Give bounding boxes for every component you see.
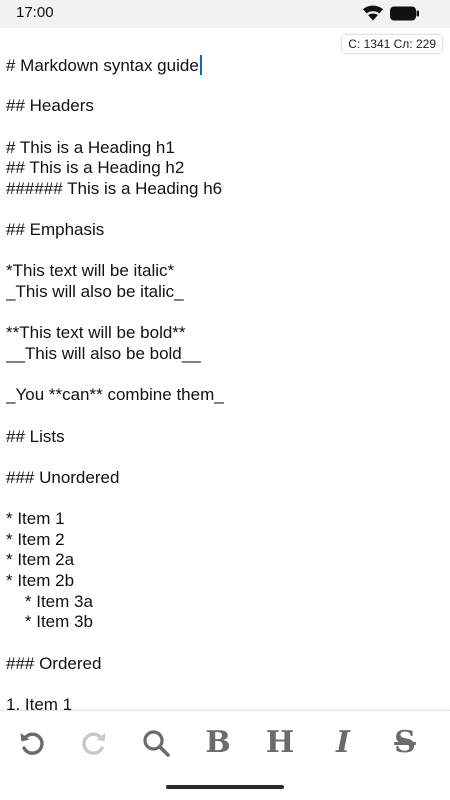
redo-icon [82, 732, 106, 755]
editor-line: ## Emphasis [6, 220, 105, 240]
navigation-bar [0, 778, 450, 800]
heading-button[interactable]: H [262, 725, 298, 761]
strikethrough-icon: S [394, 725, 416, 760]
editor-line: *This text will be italic* [6, 261, 175, 281]
home-indicator[interactable] [166, 785, 284, 789]
editor-line: * Item 1 [6, 509, 65, 529]
wifi-icon [362, 5, 384, 21]
editor-line: ###### This is a Heading h6 [6, 178, 223, 198]
editor-line: ### Unordered [6, 467, 120, 487]
italic-icon: I [335, 725, 351, 760]
editor-line: # Markdown syntax guide [6, 55, 446, 76]
screen: 17:00 С: 1341 Сл: 229 # Markdown syntax … [0, 0, 450, 800]
heading-icon: H [265, 725, 295, 760]
editor-line: 1. Item 1 [6, 694, 73, 710]
editor-line: * Item 3a [6, 591, 93, 611]
markdown-editor[interactable]: # Markdown syntax guide ## Headers # This … [6, 55, 446, 710]
character-word-counter: С: 1341 Сл: 229 [342, 35, 442, 53]
editor-line: # This is a Heading h1 [6, 137, 175, 157]
editor-line: ## Headers [6, 96, 94, 116]
battery-icon [390, 6, 420, 21]
strikethrough-button[interactable]: S [387, 725, 423, 761]
formatting-toolbar: B H I S [0, 710, 450, 779]
redo-button[interactable] [76, 725, 112, 761]
editor-line: _This will also be italic_ [6, 282, 184, 302]
bold-button[interactable]: B [200, 725, 236, 761]
editor-line: * Item 2 [6, 529, 65, 549]
status-time: 17:00 [16, 4, 54, 21]
editor-line: **This text will be bold** [6, 323, 186, 343]
undo-button[interactable] [14, 725, 50, 761]
status-bar: 17:00 [0, 0, 450, 28]
editor-line: * Item 3b [6, 612, 93, 632]
bold-icon: B [205, 725, 231, 760]
editor-line: ### Ordered [6, 653, 102, 673]
editor-line: ## Lists [6, 426, 65, 446]
editor-line: * Item 2b [6, 571, 75, 591]
editor-line: ## This is a Heading h2 [6, 158, 185, 178]
search-button[interactable] [138, 725, 174, 761]
editor-line: _You **can** combine them_ [6, 385, 224, 405]
italic-button[interactable]: I [325, 725, 361, 761]
editor-line: __This will also be bold__ [6, 343, 201, 363]
editor-line: * Item 2a [6, 550, 75, 570]
undo-icon [20, 732, 44, 755]
text-cursor [199, 55, 202, 75]
search-icon [143, 730, 170, 757]
